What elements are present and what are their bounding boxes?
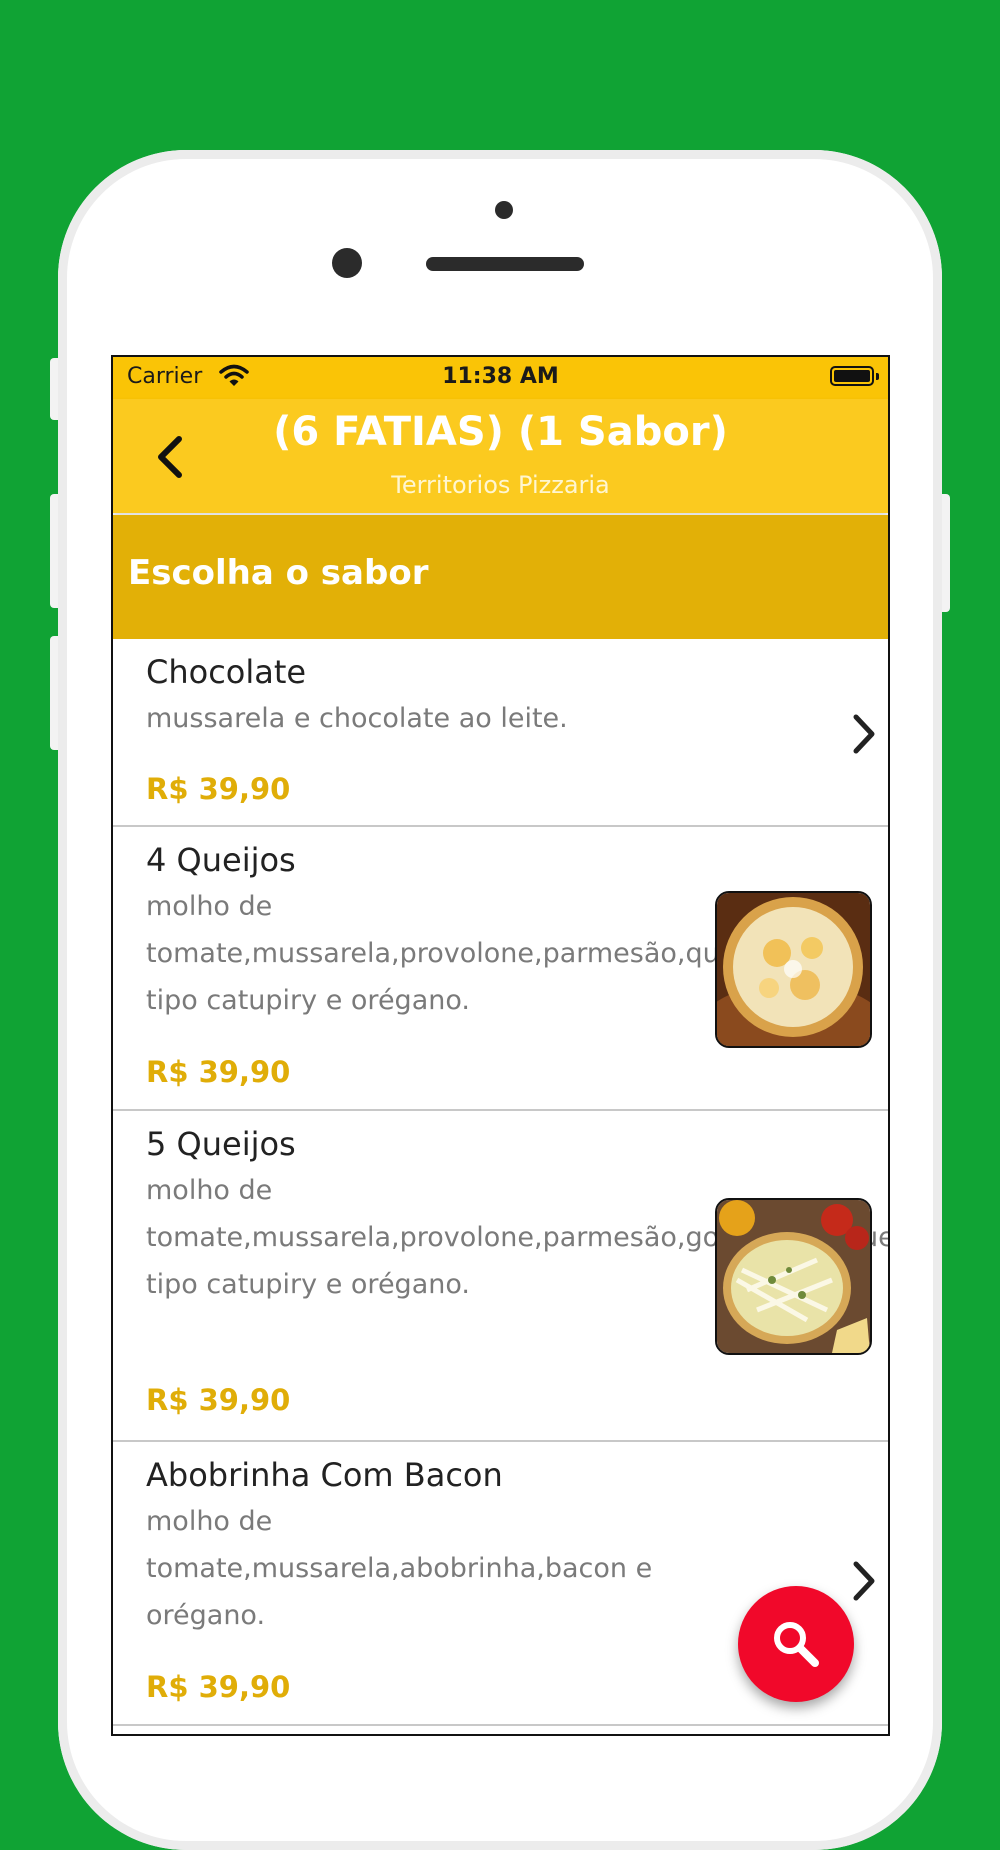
list-item[interactable]: Chocolate mussarela e chocolate ao leite… — [113, 639, 888, 827]
item-price: R$ 39,90 — [146, 772, 291, 806]
front-camera — [332, 248, 362, 278]
battery-icon — [830, 366, 879, 386]
search-button[interactable] — [738, 1586, 854, 1702]
item-description: molho de tomate,mussarela,abobrinha,baco… — [146, 1506, 653, 1631]
earpiece-speaker — [426, 257, 584, 271]
chevron-right-icon — [853, 1561, 875, 1601]
section-title: Escolha o sabor — [128, 553, 429, 593]
item-price: R$ 39,90 — [146, 1670, 291, 1704]
list-item[interactable]: 5 Queijos molho de tomate,mussarela,prov… — [113, 1111, 888, 1442]
item-description: mussarela e chocolate ao leite. — [146, 703, 568, 734]
section-header: Escolha o sabor — [113, 515, 888, 639]
search-icon — [774, 1622, 819, 1667]
nav-bar: (6 FATIAS) (1 Sabor) Territorios Pizzari… — [113, 399, 888, 513]
item-name: 5 Queijos — [146, 1125, 296, 1163]
status-time: 11:38 AM — [442, 364, 559, 389]
app-screen: Carrier 11:38 AM (6 FATIAS) (1 Sabor) Te… — [111, 355, 890, 1736]
item-description: molho de tomate,mussarela,provolone,parm… — [146, 1175, 890, 1300]
item-description: molho de tomate,mussarela,provolone,parm… — [146, 891, 768, 1016]
page-title: (6 FATIAS) (1 Sabor) — [273, 409, 728, 455]
item-price: R$ 39,90 — [146, 1055, 291, 1089]
item-price: R$ 39,90 — [146, 1383, 291, 1417]
proximity-sensor — [495, 201, 513, 219]
page-subtitle: Territorios Pizzaria — [391, 471, 610, 499]
chevron-right-icon — [853, 714, 875, 754]
item-name: Abobrinha Com Bacon — [146, 1456, 503, 1494]
list-item[interactable]: 4 Queijos molho de tomate,mussarela,prov… — [113, 827, 888, 1111]
item-name: 4 Queijos — [146, 841, 296, 879]
status-bar: Carrier 11:38 AM — [113, 357, 888, 399]
pizza-thumbnail — [715, 891, 872, 1048]
flavor-list: Chocolate mussarela e chocolate ao leite… — [113, 639, 888, 1726]
item-name: Chocolate — [146, 653, 307, 691]
pizza-thumbnail — [715, 1198, 872, 1355]
